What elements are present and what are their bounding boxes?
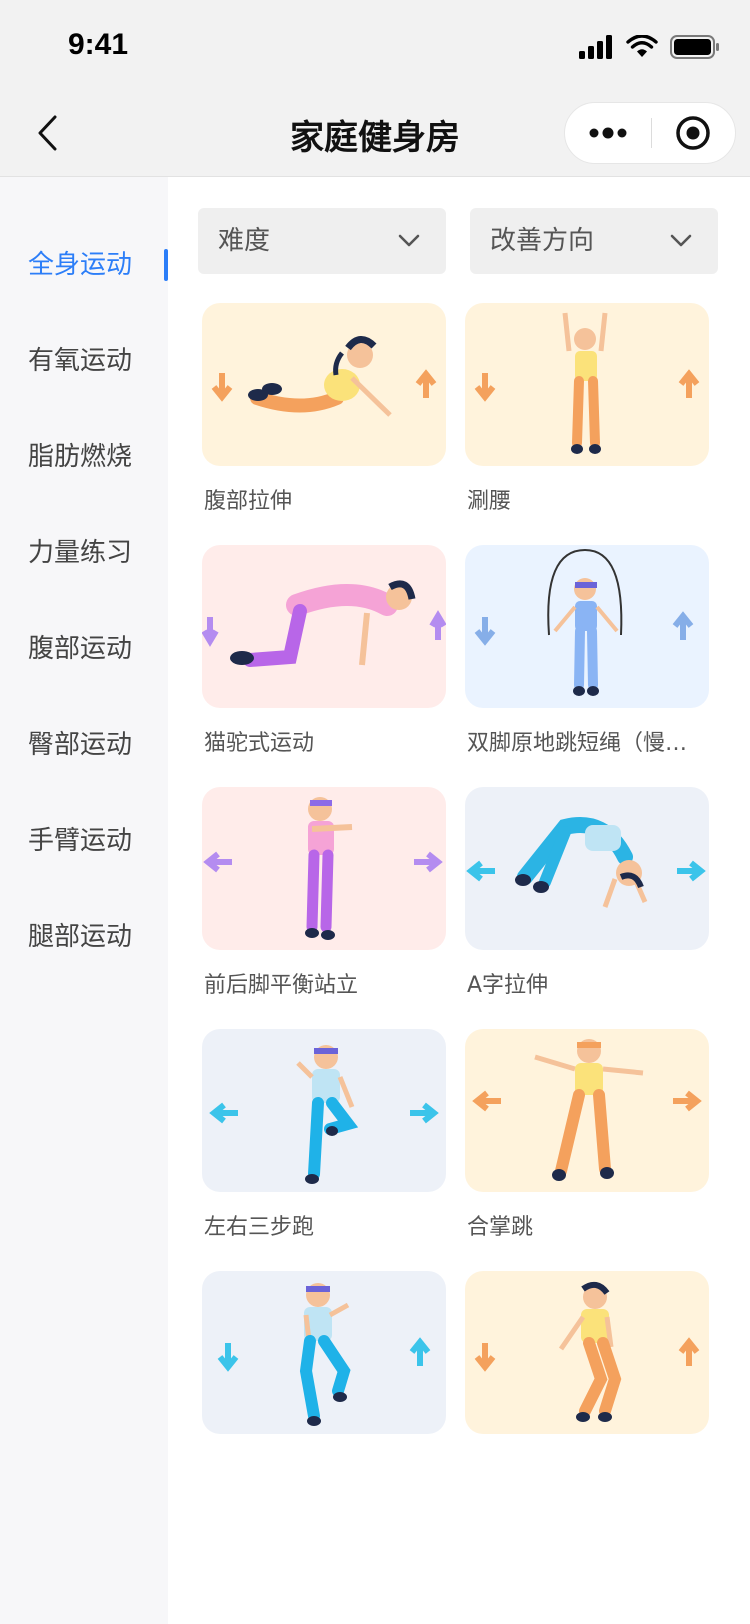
exercise-title: 腹部拉伸	[204, 489, 293, 514]
difficulty-dropdown[interactable]: 难度	[198, 208, 446, 274]
chevron-down-icon	[670, 234, 692, 247]
direction-label: 改善方向	[490, 226, 595, 256]
target-icon	[676, 116, 710, 150]
sidebar-item-arms[interactable]: 手臂运动	[28, 811, 168, 871]
exercise-illustration	[465, 545, 709, 708]
more-button[interactable]	[565, 103, 651, 163]
chevron-down-icon	[398, 234, 420, 247]
sidebar-item-legs[interactable]: 腿部运动	[28, 907, 168, 967]
battery-icon	[670, 35, 719, 59]
sidebar-item-label: 臀部运动	[28, 730, 133, 760]
exercise-title: 左右三步跑	[204, 1215, 315, 1240]
sidebar-item-full-body[interactable]: 全身运动	[28, 235, 168, 295]
exercise-illustration	[465, 1029, 709, 1192]
exercise-illustration	[202, 545, 446, 708]
sidebar-item-label: 腿部运动	[28, 922, 133, 952]
direction-dropdown[interactable]: 改善方向	[470, 208, 718, 274]
sidebar-item-glutes[interactable]: 臀部运动	[28, 715, 168, 775]
close-miniprogram-button[interactable]	[651, 103, 735, 163]
signal-icon	[579, 35, 612, 59]
sidebar-item-strength[interactable]: 力量练习	[28, 523, 168, 583]
exercise-title: 前后脚平衡站立	[204, 973, 359, 998]
exercise-title: 合掌跳	[467, 1215, 534, 1240]
exercise-title: 猫驼式运动	[204, 731, 315, 756]
exercise-illustration	[202, 1271, 446, 1434]
sidebar-item-aerobic[interactable]: 有氧运动	[28, 331, 168, 391]
capsule-menu	[564, 102, 736, 164]
exercise-illustration	[202, 303, 446, 466]
exercise-illustration	[202, 1029, 446, 1192]
active-indicator	[164, 249, 168, 281]
exercise-title: 双脚原地跳短绳（慢…	[467, 731, 688, 756]
exercise-illustration	[465, 303, 709, 466]
wifi-icon	[626, 35, 658, 57]
exercise-illustration	[465, 1271, 709, 1434]
difficulty-label: 难度	[218, 226, 271, 256]
sidebar-item-abs[interactable]: 腹部运动	[28, 619, 168, 679]
sidebar-item-label: 有氧运动	[28, 346, 133, 376]
sidebar-item-label: 手臂运动	[28, 826, 133, 856]
status-time: 9:41	[68, 28, 129, 61]
more-icon	[589, 127, 627, 139]
sidebar-item-label: 腹部运动	[28, 634, 133, 664]
exercise-title: A字拉伸	[467, 973, 549, 998]
sidebar-item-fat-burn[interactable]: 脂肪燃烧	[28, 427, 168, 487]
exercise-illustration	[202, 787, 446, 950]
sidebar-item-label: 脂肪燃烧	[28, 442, 133, 472]
sidebar-item-label: 力量练习	[28, 538, 133, 568]
exercise-illustration	[465, 787, 709, 950]
exercise-title: 涮腰	[467, 489, 512, 514]
category-sidebar: 全身运动 有氧运动 脂肪燃烧 力量练习 腹部运动 臀部运动 手臂运动 腿部运动	[0, 177, 168, 1624]
nav-bar: 家庭健身房	[0, 90, 750, 177]
status-icons	[578, 30, 720, 64]
status-bar: 9:41	[0, 0, 750, 90]
sidebar-item-label: 全身运动	[28, 250, 133, 280]
